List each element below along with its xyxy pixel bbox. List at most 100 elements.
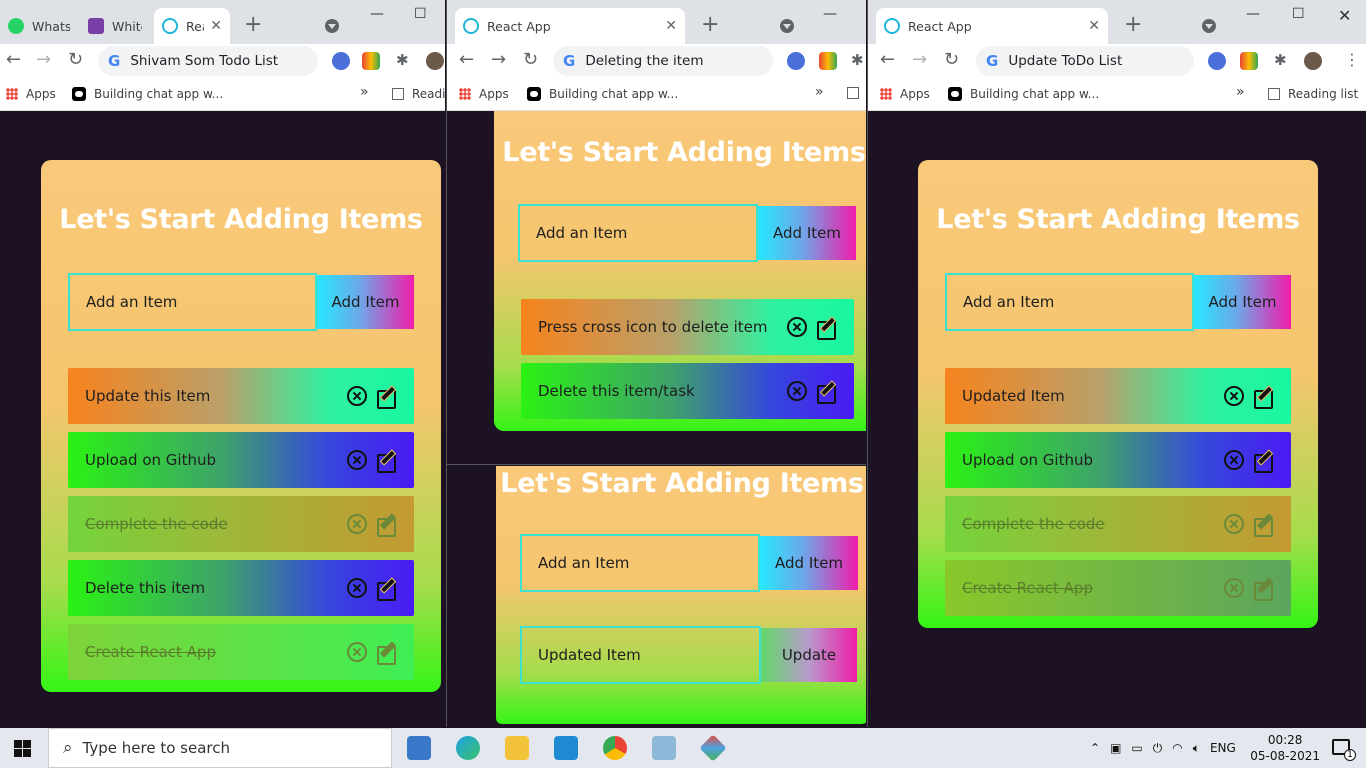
close-tab-icon[interactable]: ✕ [210, 18, 222, 34]
notepad-icon[interactable] [652, 736, 676, 760]
back-icon[interactable]: ← [880, 50, 895, 70]
tab-react-app[interactable]: React App ✕ [876, 8, 1108, 44]
extension-icon[interactable] [332, 52, 350, 70]
edit-icon[interactable] [1254, 514, 1274, 537]
notification-center-icon[interactable]: 1 [1332, 739, 1356, 761]
reload-icon[interactable]: ↻ [523, 50, 538, 70]
address-bar[interactable]: G Deleting the item [553, 46, 773, 76]
delete-icon[interactable] [1224, 386, 1244, 406]
edit-icon[interactable] [1254, 578, 1274, 601]
reading-list[interactable] [847, 87, 866, 99]
add-item-input[interactable]: Add an Item [945, 273, 1194, 331]
back-icon[interactable]: ← [6, 50, 21, 70]
tab-search-icon[interactable] [1202, 19, 1216, 33]
tab-search-icon[interactable] [325, 19, 339, 33]
delete-icon[interactable] [347, 578, 367, 598]
language-indicator[interactable]: ENG [1210, 741, 1236, 755]
address-bar[interactable]: G Shivam Som Todo List [98, 46, 318, 76]
maximize-button[interactable]: ☐ [414, 6, 427, 22]
delete-icon[interactable] [1224, 578, 1244, 598]
edit-icon[interactable] [1254, 386, 1274, 409]
bookmark-chat-app[interactable]: Building chat app w... [527, 87, 678, 101]
new-tab-button[interactable]: + [244, 14, 262, 36]
puzzle-icon[interactable]: ✱ [851, 50, 864, 70]
battery-icon[interactable]: ▭ [1131, 741, 1142, 755]
edit-icon[interactable] [817, 381, 837, 404]
back-icon[interactable]: ← [459, 50, 474, 70]
edit-icon[interactable] [377, 386, 397, 409]
bookmark-apps[interactable]: Apps [880, 87, 930, 101]
git-icon[interactable] [699, 734, 727, 762]
bookmark-chat-app[interactable]: Building chat app w... [72, 87, 223, 101]
extension-icon[interactable] [362, 52, 380, 70]
edit-icon[interactable] [1254, 450, 1274, 473]
bookmark-apps[interactable]: Apps [6, 87, 56, 101]
delete-icon[interactable] [787, 317, 807, 337]
minimize-button[interactable]: — [1246, 6, 1260, 22]
edit-item-input[interactable]: Updated Item [520, 626, 761, 684]
clock[interactable]: 00:28 05-08-2021 [1250, 732, 1320, 764]
bookmarks-overflow[interactable]: » [360, 84, 369, 100]
chevron-up-icon[interactable]: ⌃ [1090, 741, 1100, 755]
close-tab-icon[interactable]: ✕ [1088, 18, 1100, 34]
avatar[interactable] [1304, 52, 1322, 70]
add-item-input[interactable]: Add an Item [518, 204, 758, 262]
file-explorer-icon[interactable] [505, 736, 529, 760]
extension-icon[interactable] [819, 52, 837, 70]
add-item-button[interactable]: Add Item [760, 536, 858, 590]
extension-icon[interactable] [787, 52, 805, 70]
avatar[interactable] [426, 52, 444, 70]
chrome-icon[interactable] [603, 736, 627, 760]
address-bar[interactable]: G Update ToDo List [976, 46, 1194, 76]
forward-icon[interactable]: → [36, 50, 51, 70]
volume-icon[interactable]: 🔈︎ [1193, 741, 1200, 756]
delete-icon[interactable] [1224, 450, 1244, 470]
bookmarks-overflow[interactable]: » [815, 84, 824, 100]
add-item-input[interactable]: Add an Item [68, 273, 317, 331]
maximize-button[interactable]: ☐ [1292, 6, 1305, 22]
new-tab-button[interactable]: + [1124, 14, 1142, 36]
tab-react-app[interactable]: Rea ✕ [154, 8, 230, 44]
add-item-button[interactable]: Add Item [758, 206, 856, 260]
reading-list[interactable]: Readi [392, 87, 445, 101]
meet-icon[interactable]: ▣ [1110, 741, 1121, 755]
edit-icon[interactable] [377, 450, 397, 473]
forward-icon[interactable]: → [912, 50, 927, 70]
delete-icon[interactable] [347, 514, 367, 534]
menu-icon[interactable]: ⋮ [1344, 50, 1360, 70]
task-view-icon[interactable] [407, 736, 431, 760]
extension-icon[interactable] [1240, 52, 1258, 70]
windows-start-icon[interactable] [14, 740, 31, 757]
vscode-icon[interactable] [554, 736, 578, 760]
wifi-icon[interactable]: ◠ [1172, 741, 1182, 755]
bookmark-apps[interactable]: Apps [459, 87, 509, 101]
tab-whiteboard[interactable]: WhiteE [80, 8, 150, 44]
power-icon[interactable]: ⏻ [1153, 741, 1163, 756]
reload-icon[interactable]: ↻ [944, 50, 959, 70]
tab-whatsapp[interactable]: Whats/ [0, 8, 78, 44]
delete-icon[interactable] [787, 381, 807, 401]
tab-search-icon[interactable] [780, 19, 794, 33]
add-item-button[interactable]: Add Item [1194, 275, 1291, 329]
delete-icon[interactable] [347, 450, 367, 470]
reload-icon[interactable]: ↻ [68, 50, 83, 70]
close-window-button[interactable]: ✕ [1338, 6, 1351, 25]
delete-icon[interactable] [347, 386, 367, 406]
edit-icon[interactable] [817, 317, 837, 340]
delete-icon[interactable] [347, 642, 367, 662]
extension-icon[interactable] [1208, 52, 1226, 70]
add-item-input[interactable]: Add an Item [520, 534, 760, 592]
close-tab-icon[interactable]: ✕ [665, 18, 677, 34]
reading-list[interactable]: Reading list [1268, 87, 1358, 101]
add-item-button[interactable]: Add Item [317, 275, 414, 329]
edit-icon[interactable] [377, 642, 397, 665]
minimize-button[interactable]: — [370, 6, 384, 22]
delete-icon[interactable] [1224, 514, 1244, 534]
edge-icon[interactable] [456, 736, 480, 760]
edit-icon[interactable] [377, 578, 397, 601]
edit-icon[interactable] [377, 514, 397, 537]
taskbar-search[interactable]: ⌕ Type here to search [48, 728, 392, 768]
puzzle-icon[interactable]: ✱ [396, 50, 409, 70]
bookmark-chat-app[interactable]: Building chat app w... [948, 87, 1099, 101]
puzzle-icon[interactable]: ✱ [1274, 50, 1287, 70]
